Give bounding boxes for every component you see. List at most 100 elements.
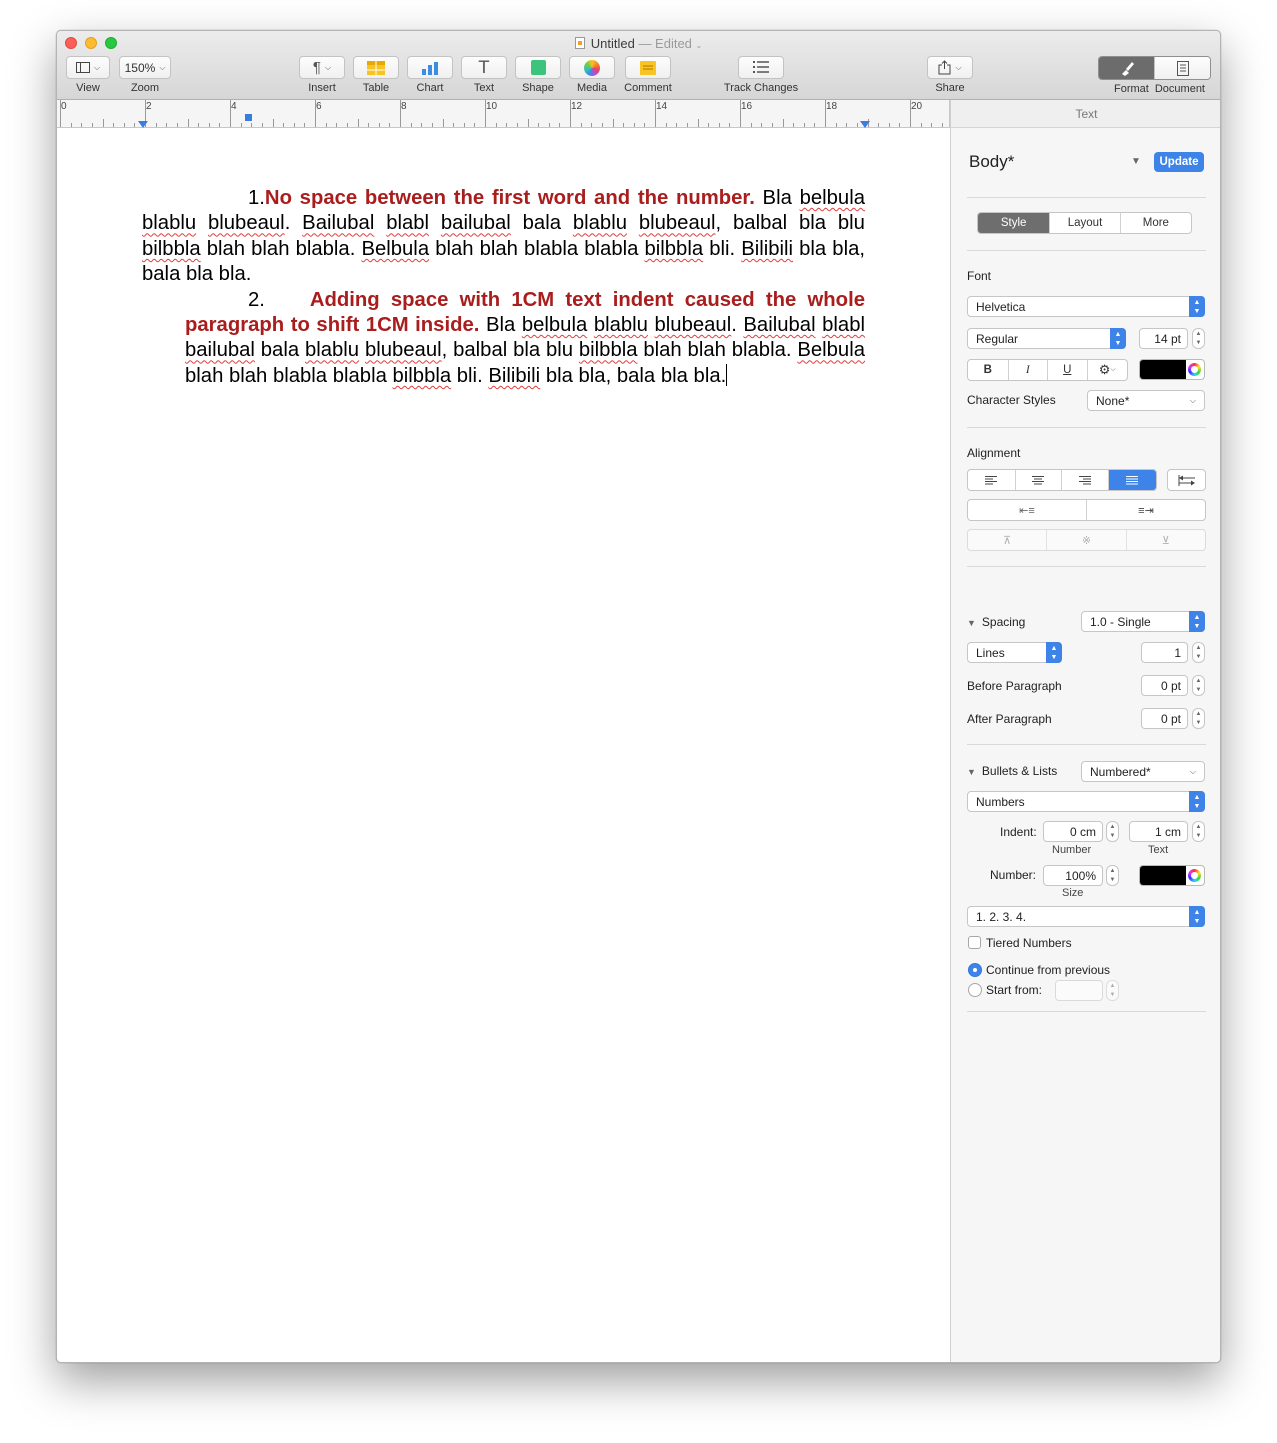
table-button[interactable] [353, 56, 399, 79]
shape-button[interactable] [515, 56, 561, 79]
disclosure-triangle-icon[interactable]: ▼ [967, 767, 976, 777]
text-direction-button[interactable] [1167, 469, 1206, 491]
text-run: bli. [703, 237, 742, 260]
list-item-2[interactable]: 2. Adding space with 1CM text indent cau… [185, 288, 865, 390]
color-wheel-icon[interactable] [1188, 869, 1201, 882]
text-run: blah blah blabla. [200, 237, 362, 260]
text-box-button[interactable]: T [461, 56, 507, 79]
spacing-unit-select[interactable]: Lines ▲ ▼ [967, 642, 1062, 663]
shape-label: Shape [522, 82, 554, 94]
align-top-button[interactable]: ⊼ [968, 530, 1046, 550]
text-indent-field[interactable]: 1 cm [1129, 821, 1188, 842]
continue-from-previous-radio[interactable] [968, 963, 982, 977]
bold-button[interactable]: B [968, 360, 1008, 380]
ruler-tick [378, 123, 380, 127]
text-color-well[interactable] [1139, 359, 1205, 380]
tab-stop-marker[interactable] [245, 114, 252, 121]
spacing-section-label[interactable]: ▼ Spacing [967, 615, 1025, 629]
after-paragraph-field[interactable]: 0 pt [1141, 708, 1188, 729]
font-size-field[interactable]: 14 pt [1139, 328, 1188, 349]
character-style-select[interactable]: None* ⌵ [1087, 390, 1205, 411]
align-right-button[interactable] [1061, 470, 1108, 490]
line-count-stepper[interactable]: ▲ ▼ [1192, 642, 1205, 663]
horizontal-ruler[interactable]: 0 2 4 6 8 10 12 14 16 18 20 [57, 100, 950, 128]
triangle-down-icon[interactable]: ▼ [1131, 156, 1141, 167]
ruler-tick [495, 123, 497, 127]
list-style-value: Numbered* [1090, 764, 1151, 779]
tab-layout[interactable]: Layout [1049, 213, 1119, 233]
align-center-button[interactable] [1014, 470, 1062, 490]
bullets-section-label[interactable]: ▼ Bullets & Lists [967, 764, 1057, 778]
italic-button[interactable]: I [1007, 360, 1048, 380]
document-body[interactable]: 1.No space between the first word and th… [142, 186, 865, 389]
line-spacing-select[interactable]: 1.0 - Single ▲ ▼ [1081, 611, 1205, 632]
document-canvas[interactable]: 1.No space between the first word and th… [57, 128, 950, 1362]
align-justify-button[interactable] [1107, 470, 1156, 490]
list-style-select[interactable]: Numbered* ⌵ [1081, 761, 1205, 782]
list-item-1[interactable]: 1.No space between the first word and th… [142, 186, 865, 288]
comment-button[interactable] [625, 56, 671, 79]
share-button[interactable]: ⌵ [927, 56, 973, 79]
number-size-stepper[interactable]: ▲ ▼ [1106, 865, 1119, 886]
document-name: Untitled [590, 36, 635, 51]
align-left-button[interactable] [968, 470, 1015, 490]
update-style-button[interactable]: Update [1154, 152, 1204, 172]
tab-more[interactable]: More [1119, 213, 1191, 233]
color-wheel-icon[interactable] [1188, 363, 1201, 376]
left-indent-marker[interactable] [138, 121, 148, 128]
view-button[interactable]: ⌵ [66, 56, 110, 79]
align-middle-button[interactable]: ※ [1046, 530, 1125, 550]
ruler-tick [155, 123, 157, 127]
font-typeface-select[interactable]: Regular ▲ ▼ [967, 328, 1126, 349]
tab-style[interactable]: Style [978, 213, 1050, 233]
zoom-select[interactable]: 150% ⌵ [119, 56, 171, 79]
after-paragraph-stepper[interactable]: ▲ ▼ [1192, 708, 1205, 729]
number-color-well[interactable] [1139, 865, 1205, 886]
start-from-radio[interactable] [968, 983, 982, 997]
line-count-field[interactable]: 1 [1141, 642, 1188, 663]
format-button[interactable] [1099, 57, 1154, 79]
start-from-stepper[interactable]: ▲ ▼ [1106, 980, 1119, 1001]
number-size-field[interactable]: 100% [1043, 865, 1103, 886]
insert-button[interactable]: ¶ ⌵ [299, 56, 345, 79]
chart-button[interactable] [407, 56, 453, 79]
text-run: bala [254, 339, 305, 362]
misspelled-word: blablu [572, 212, 627, 235]
alignment-buttons [967, 469, 1157, 491]
number-format-select[interactable]: 1. 2. 3. 4. ▲ ▼ [967, 906, 1205, 927]
track-changes-button[interactable] [738, 56, 784, 79]
chevron-down-icon[interactable]: ⌄ [696, 41, 703, 50]
ruler-tick [421, 123, 423, 127]
underline-button[interactable]: U [1047, 360, 1087, 380]
before-paragraph-stepper[interactable]: ▲ ▼ [1192, 675, 1205, 696]
start-from-field[interactable] [1055, 980, 1103, 1001]
document-button[interactable] [1154, 57, 1210, 79]
ruler-tick [357, 119, 359, 127]
paragraph-style-name[interactable]: Body* [969, 152, 1014, 172]
ruler-tick [793, 123, 795, 127]
tiered-numbers-checkbox[interactable] [968, 936, 981, 949]
right-indent-marker[interactable] [860, 121, 870, 128]
divider [967, 250, 1206, 251]
text-indent-stepper[interactable]: ▲ ▼ [1192, 821, 1205, 842]
font-family-select[interactable]: Helvetica ▲ ▼ [967, 296, 1205, 317]
ruler-tick [771, 123, 773, 127]
before-paragraph-field[interactable]: 0 pt [1141, 675, 1188, 696]
increase-indent-button[interactable]: ≡⇥ [1086, 500, 1205, 520]
bullet-type-select[interactable]: Numbers ▲ ▼ [967, 791, 1205, 812]
misspelled-word: bilbbla [392, 364, 452, 387]
font-size-stepper[interactable]: ▲ ▼ [1192, 328, 1205, 349]
text-indent-value: 1 cm [1154, 824, 1181, 839]
advanced-options-button[interactable]: ⚙ ⌵ [1086, 360, 1128, 380]
media-button[interactable] [569, 56, 615, 79]
popup-arrows-icon: ▲ ▼ [1189, 296, 1205, 317]
number-indent-field[interactable]: 0 cm [1043, 821, 1103, 842]
document-icon [1176, 60, 1189, 76]
share-control: ⌵ Share [927, 56, 973, 94]
disclosure-triangle-icon[interactable]: ▼ [967, 618, 976, 628]
align-bottom-button[interactable]: ⊻ [1125, 530, 1205, 550]
number-indent-stepper[interactable]: ▲ ▼ [1106, 821, 1119, 842]
vertical-alignment-buttons: ⊼ ※ ⊻ [967, 529, 1206, 551]
ruler-tick [368, 123, 370, 127]
decrease-indent-button[interactable]: ⇤≡ [968, 500, 1086, 520]
